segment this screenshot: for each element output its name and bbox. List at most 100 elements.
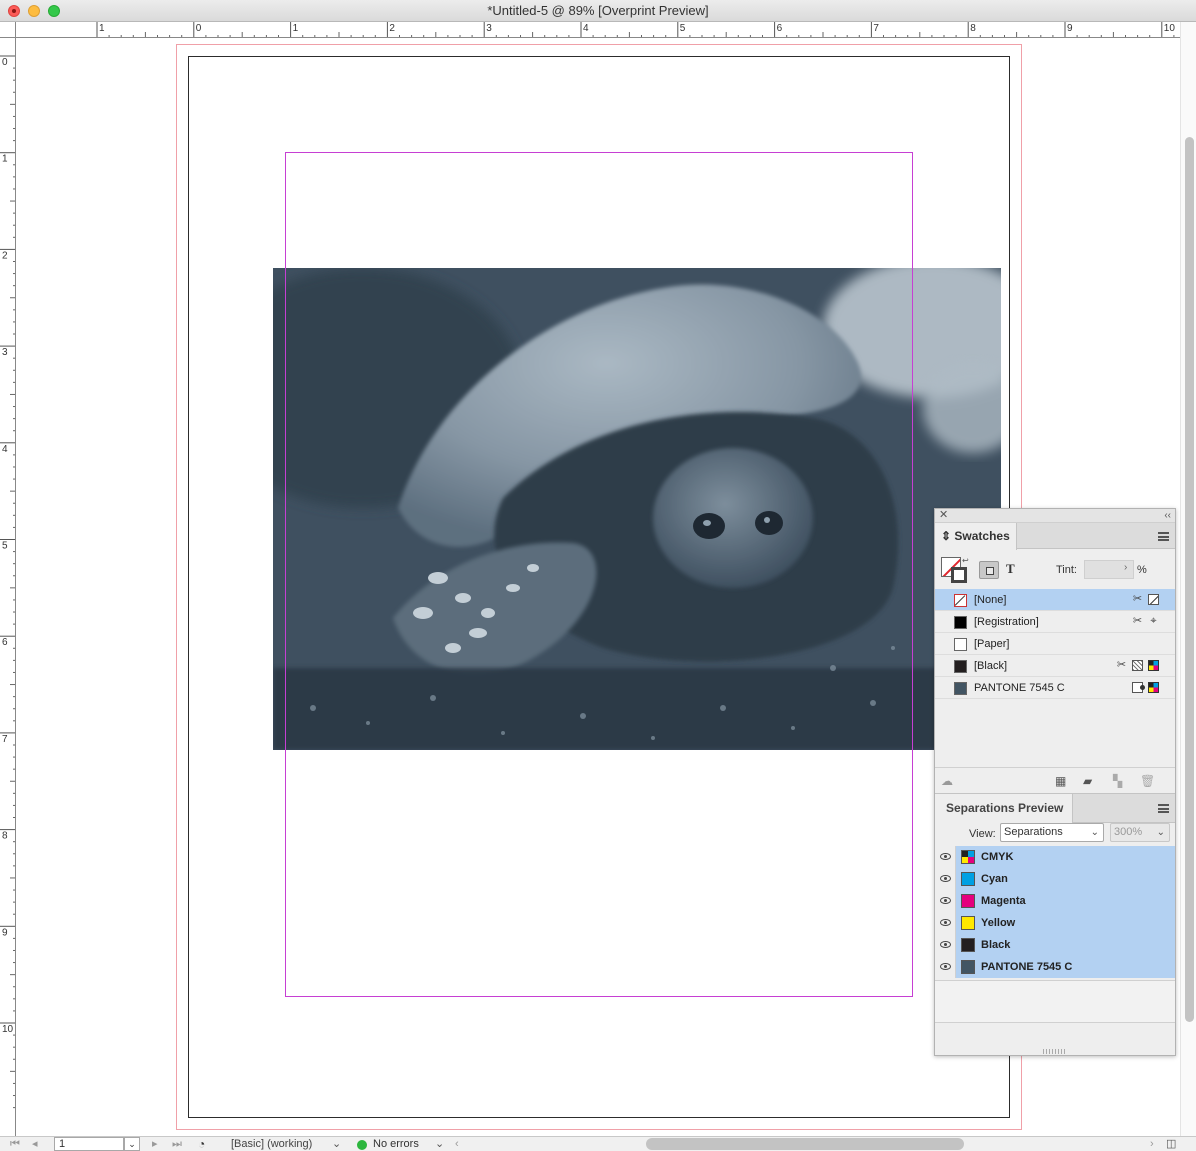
swatch-row-black[interactable]: [Black] ✂ <box>935 655 1175 677</box>
plate-visibility-toggle[interactable] <box>935 868 956 890</box>
separations-empty-area <box>935 980 1175 1023</box>
preflight-errors[interactable]: No errors <box>373 1138 419 1151</box>
next-page-icon[interactable]: ▸ <box>152 1138 158 1151</box>
scissors-lock-icon: ✂ <box>1132 615 1143 627</box>
show-swatch-types-icon[interactable]: ▦ <box>1055 774 1066 788</box>
last-page-icon[interactable]: ⏭ <box>172 1138 182 1151</box>
ruler-label: 0 <box>196 23 202 34</box>
swatch-row-paper[interactable]: [Paper] <box>935 633 1175 655</box>
split-window-icon[interactable]: ◫ <box>1166 1138 1176 1151</box>
plate-visibility-toggle[interactable] <box>935 934 956 956</box>
tab-swatches[interactable]: ⇕ Swatches <box>935 523 1017 550</box>
tab-arrows-icon: ⇕ <box>941 529 955 543</box>
swap-fill-stroke-icon[interactable]: ↩ <box>962 556 969 565</box>
panel-close-icon[interactable]: ✕ <box>939 509 948 522</box>
swatch-row-registration[interactable]: [Registration] ✂ ⌖ <box>935 611 1175 633</box>
ruler-label: 4 <box>583 23 589 34</box>
swatch-name: [Paper] <box>974 638 1010 650</box>
horizontal-ruler[interactable]: 1 0 1 2 3 4 5 6 7 8 9 10 <box>16 22 1180 38</box>
margin-guide <box>285 152 913 997</box>
scissors-lock-icon: ✂ <box>1132 593 1143 605</box>
cc-libraries-icon[interactable]: ☁ <box>941 774 953 788</box>
chevron-down-icon: ⌄ <box>1156 827 1165 838</box>
separation-plate-list: CMYK Cyan Magenta Yellow Black PANTONE 7… <box>935 846 1175 978</box>
ruler-label: 6 <box>777 23 783 34</box>
new-color-group-icon[interactable]: ▰ <box>1083 774 1092 788</box>
ink-limit-select[interactable]: 300% ⌄ <box>1110 823 1170 842</box>
ruler-label: 10 <box>2 1024 14 1035</box>
preflight-icon[interactable]: ◔ <box>198 1138 205 1151</box>
first-page-icon[interactable]: ⏮ <box>10 1138 20 1151</box>
ruler-label: 4 <box>2 444 8 455</box>
swatches-footer: ☁ ▦ ▰ ▚ 🗑 <box>935 767 1175 791</box>
swatch-chip-registration <box>954 616 967 629</box>
swatch-row-none[interactable]: [None] ✂ <box>935 589 1175 611</box>
scroll-right-icon[interactable]: › <box>1150 1138 1154 1151</box>
plate-chip-magenta <box>961 894 975 908</box>
ruler-origin[interactable] <box>0 22 16 38</box>
plate-visibility-toggle[interactable] <box>935 912 956 934</box>
plate-chip-pantone-7545c <box>961 960 975 974</box>
horizontal-scroll-thumb[interactable] <box>646 1138 964 1150</box>
ruler-label: 5 <box>680 23 686 34</box>
vertical-scrollbar[interactable] <box>1180 22 1196 1136</box>
delete-swatch-icon[interactable]: 🗑 <box>1140 774 1155 788</box>
tint-percent-label: % <box>1137 564 1147 576</box>
ruler-label: 7 <box>873 23 879 34</box>
tint-popup-arrow-icon[interactable]: › <box>1124 562 1127 573</box>
swatch-name: [None] <box>974 594 1007 606</box>
new-swatch-icon[interactable]: ▚ <box>1113 774 1122 788</box>
swatches-panel-menu-icon[interactable] <box>1158 532 1169 541</box>
ruler-label: 1 <box>2 154 8 165</box>
none-color-icon <box>1148 594 1159 605</box>
eye-icon <box>940 963 951 970</box>
tab-separations-preview[interactable]: Separations Preview <box>935 794 1073 825</box>
vertical-scroll-thumb[interactable] <box>1185 137 1194 1022</box>
window-title: *Untitled-5 @ 89% [Overprint Preview] <box>487 3 709 18</box>
panel-resize-grip-icon[interactable] <box>1043 1049 1065 1054</box>
formatting-affects-container-button[interactable] <box>979 561 999 579</box>
scroll-left-icon[interactable]: ‹ <box>455 1138 459 1151</box>
ruler-label: 8 <box>970 23 976 34</box>
swatches-separations-panel: ✕ ‹‹ ⇕ Swatches ↩ T Tint: › % [None] ✂ [… <box>934 508 1176 1056</box>
plate-row-pantone-7545c[interactable]: PANTONE 7545 C <box>935 956 1175 978</box>
ink-limit-value: 300% <box>1114 826 1143 838</box>
plate-row-black[interactable]: Black <box>935 934 1175 956</box>
plate-row-cyan[interactable]: Cyan <box>935 868 1175 890</box>
page-number-field[interactable]: 1 <box>54 1137 124 1151</box>
plate-row-cmyk[interactable]: CMYK <box>935 846 1175 868</box>
horizontal-ruler-ticks: 1 0 1 2 3 4 5 6 7 8 9 10 <box>96 22 1175 37</box>
cmyk-mode-icon <box>1148 660 1159 671</box>
vertical-ruler[interactable]: 0 1 2 3 4 5 6 7 8 9 10 <box>0 38 16 1136</box>
swatch-row-pantone-7545c[interactable]: PANTONE 7545 C <box>935 677 1175 699</box>
swatches-tab-bar: ⇕ Swatches <box>935 523 1175 550</box>
cmyk-mode-icon <box>1148 682 1159 693</box>
view-select[interactable]: Separations ⌄ <box>1000 823 1104 842</box>
plate-visibility-toggle[interactable] <box>935 846 956 868</box>
stroke-swatch[interactable] <box>951 567 967 583</box>
plate-visibility-toggle[interactable] <box>935 890 956 912</box>
chevron-down-icon[interactable]: ⌄ <box>435 1138 444 1151</box>
previous-page-icon[interactable]: ◂ <box>32 1138 38 1151</box>
plate-visibility-toggle[interactable] <box>935 956 956 978</box>
ruler-label: 2 <box>2 250 8 261</box>
eye-icon <box>940 875 951 882</box>
plate-row-magenta[interactable]: Magenta <box>935 890 1175 912</box>
swatch-list: [None] ✂ [Registration] ✂ ⌖ [Paper] [Bla… <box>935 589 1175 699</box>
plate-name: Yellow <box>981 917 1016 929</box>
separations-panel-menu-icon[interactable] <box>1158 804 1169 813</box>
swatch-name: [Black] <box>974 660 1008 672</box>
panel-collapse-icon[interactable]: ‹‹ <box>1164 509 1171 522</box>
panel-title-bar[interactable]: ✕ ‹‹ <box>935 509 1175 523</box>
page-number-dropdown[interactable]: ⌄ <box>124 1137 140 1151</box>
chevron-down-icon[interactable]: ⌄ <box>332 1138 341 1151</box>
ruler-label: 7 <box>2 734 8 745</box>
ruler-label: 9 <box>2 927 8 938</box>
preflight-profile[interactable]: [Basic] (working) <box>231 1138 312 1151</box>
overprint-icon <box>1132 660 1143 671</box>
formatting-affects-text-button[interactable]: T <box>1006 561 1015 577</box>
plate-row-yellow[interactable]: Yellow <box>935 912 1175 934</box>
eye-icon <box>940 853 951 860</box>
window-title-bar: *Untitled-5 @ 89% [Overprint Preview] <box>0 0 1196 22</box>
status-bar: ⏮ ◂ 1 ⌄ ▸ ⏭ ◔ [Basic] (working) ⌄ No err… <box>0 1136 1196 1151</box>
